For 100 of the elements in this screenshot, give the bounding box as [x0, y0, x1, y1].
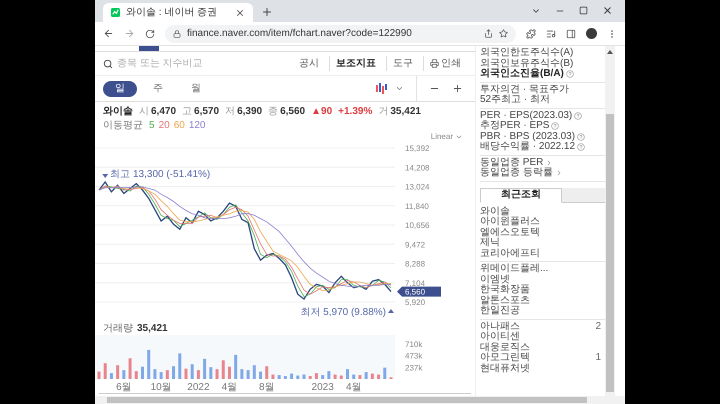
moving-average-label: 이동평균 [103, 119, 143, 133]
volume-label: 거래량 [103, 322, 133, 336]
help-icon[interactable] [551, 122, 560, 130]
info-label: 투자의견 · 목표주가 [480, 84, 569, 94]
axis-label: 14,208 [405, 163, 430, 172]
recent-tab[interactable]: 최근조회 [480, 188, 562, 202]
recent-stock-link[interactable]: 엘에스오토텍 [480, 228, 540, 238]
moving-average-period: 5 [149, 119, 155, 133]
quote-value: 6,390 [237, 105, 262, 119]
new-tab-icon[interactable] [261, 6, 273, 18]
recent-stock-link[interactable]: 이엠넷 [480, 274, 510, 285]
scroll-up-icon[interactable] [607, 50, 613, 54]
toolbar-link[interactable]: 공시 [293, 56, 325, 71]
scrollbar-thumb[interactable] [606, 114, 614, 392]
print-button[interactable]: 인쇄 [423, 56, 467, 71]
axis-label: 9,472 [405, 240, 426, 250]
info-label: 외국인소진율(B/A) [480, 69, 564, 80]
playlist-icon[interactable] [546, 28, 556, 38]
axis-label: 8월 [258, 382, 275, 393]
quote-label: 거 [378, 105, 388, 119]
chart-favicon [111, 8, 120, 17]
quote-label: 저 [225, 105, 236, 119]
scale-dropdown[interactable]: Linear [430, 132, 463, 142]
address-field[interactable]: finance.naver.com/item/fchart.naver?code=122990 [165, 24, 516, 42]
recent-stock-link[interactable]: 와이솔 [480, 206, 510, 217]
price-change: ▲90 [311, 105, 332, 119]
quote-value: 6,570 [194, 105, 220, 119]
help-icon[interactable] [577, 132, 586, 141]
chart-type-dropdown-icon[interactable] [395, 84, 404, 93]
axis-label: 4월 [346, 382, 362, 393]
recent-stock-link[interactable]: 제닉 [480, 238, 500, 248]
moving-average-period: 60 [174, 119, 185, 133]
caret-icon [455, 133, 463, 141]
recent-stock-link[interactable]: 아이윈플러스 [480, 217, 540, 228]
bookmark-star-icon[interactable] [499, 29, 508, 38]
tab-edge [562, 188, 605, 202]
recent-stock-link[interactable]: 아모그린텍 [480, 353, 530, 364]
close-icon[interactable] [602, 5, 613, 16]
help-icon[interactable] [577, 143, 586, 152]
axis-label: 2022 [187, 382, 210, 393]
info-label: 추정PER · EPS [480, 121, 550, 132]
toolbar-link[interactable]: 보조지표 [329, 56, 382, 71]
candlestick-chart-icon[interactable] [375, 83, 389, 94]
quote-value: 6,560 [280, 105, 306, 119]
recent-stock-link[interactable]: 아이티센 [480, 332, 520, 342]
axis-label: 8,288 [405, 260, 426, 268]
info-label: 외국인보유주식수(B) [480, 58, 574, 68]
recent-stock-link[interactable]: 코리아에프티 [480, 248, 540, 259]
sector-link[interactable]: 동일업종 PER [480, 158, 544, 168]
help-icon[interactable] [574, 112, 582, 120]
quote-value: 6,470 [151, 105, 176, 119]
moving-average-period: 20 [158, 119, 170, 133]
url-text: finance.naver.com/item/fchart.naver?code=122990 [187, 27, 413, 41]
reload-icon[interactable] [145, 28, 155, 38]
zoom-in-icon[interactable] [452, 83, 463, 94]
period-tab[interactable]: 주 [141, 80, 175, 96]
sector-link[interactable]: 동일업종 등락률 [480, 168, 553, 178]
search-field[interactable]: 종목 또는 지수비교 [117, 56, 289, 71]
axis-label: 473k [405, 352, 422, 361]
toolbar-link[interactable]: 도구 [386, 56, 419, 71]
info-label: 52주최고 · 최저 [480, 95, 550, 106]
price-change: +1.39% [338, 105, 372, 119]
axis-label: 4월 [222, 382, 238, 393]
axis-label: 6월 [116, 382, 132, 393]
recent-stock-link[interactable]: 아나패스 [480, 322, 520, 332]
browser-tab[interactable]: 와이솔 : 네이버 증권 [103, 3, 253, 22]
scrollbar-thumb[interactable] [107, 397, 587, 403]
recent-stock-link[interactable]: 현대퓨처넷 [480, 364, 530, 374]
side-panel-icon[interactable] [566, 28, 576, 38]
recent-stock-link[interactable]: 위메이드플레... [480, 264, 548, 274]
volume-value: 35,421 [137, 322, 168, 336]
horizontal-scrollbar[interactable] [95, 396, 625, 404]
axis-label: 5,920 [405, 298, 426, 307]
period-tab[interactable]: 월 [179, 80, 213, 96]
low-marker-icon [388, 309, 394, 313]
axis-label: 10월 [150, 382, 172, 393]
share-icon[interactable] [484, 29, 493, 38]
recent-stock-link[interactable]: 한일진공 [480, 306, 520, 316]
high-marker-icon [102, 174, 108, 178]
recent-stock-link[interactable]: 한국화장품 [480, 285, 530, 296]
extensions-icon[interactable] [526, 28, 536, 38]
help-icon[interactable] [566, 70, 574, 78]
quote-value: 35,421 [390, 105, 421, 119]
tab-title: 와이솔 : 네이버 증권 [126, 6, 218, 20]
close-icon[interactable] [235, 8, 245, 18]
vertical-scrollbar[interactable] [605, 46, 615, 396]
back-icon[interactable] [103, 28, 114, 39]
info-label: 배당수익률 · 2022.12 [480, 142, 576, 152]
period-tab[interactable]: 일 [103, 80, 137, 96]
maximize-icon[interactable] [579, 6, 588, 15]
view-count: 1 [595, 353, 601, 364]
axis-label: 2023 [312, 382, 334, 393]
recent-stock-link[interactable]: 알톤스포츠 [480, 296, 530, 306]
axis-label: 710k [405, 340, 422, 349]
info-label: PBR · BPS (2023.03) [480, 132, 576, 142]
stock-name: 와이솔 [103, 105, 133, 119]
recent-stock-link[interactable]: 대웅로직스 [480, 342, 530, 353]
lock-icon [173, 30, 181, 38]
nav-tab-indicator [139, 46, 159, 51]
axis-label: 11,840 [405, 202, 429, 211]
